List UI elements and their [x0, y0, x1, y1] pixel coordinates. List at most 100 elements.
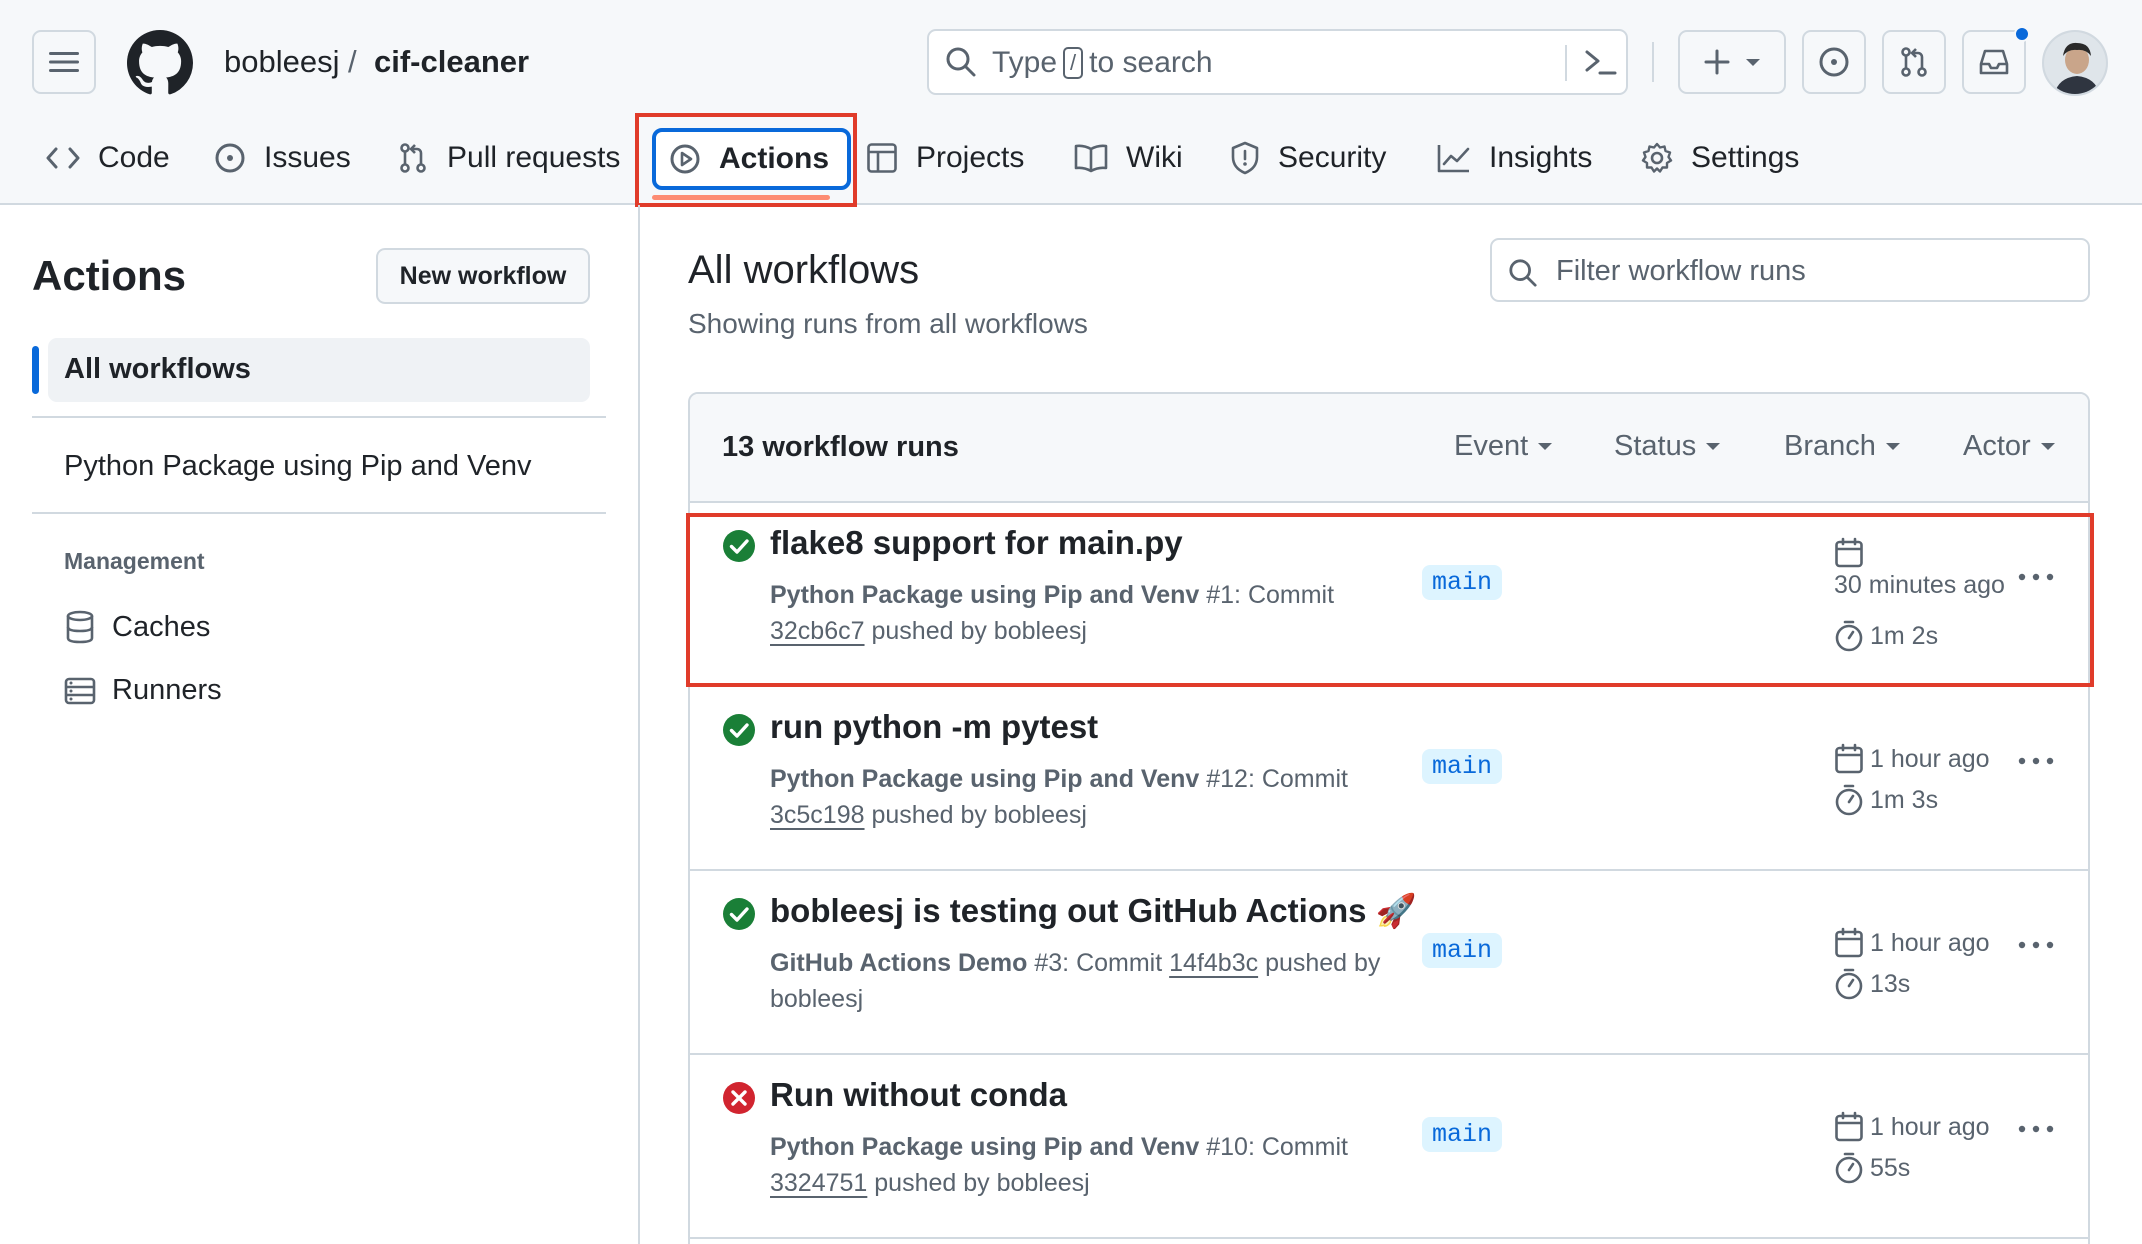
chevron-down-icon: [1746, 58, 1760, 66]
tab-projects-label: Projects: [916, 141, 1025, 174]
run-number: #3: Commit: [1034, 949, 1163, 977]
tab-pull-requests[interactable]: Pull requests: [397, 128, 620, 188]
notification-dot: [2014, 26, 2030, 42]
server-icon: [64, 677, 96, 704]
run-duration-label: 55s: [1870, 1153, 1911, 1182]
run-timestamp: 1 hour ago: [1834, 1111, 1990, 1143]
tab-issues[interactable]: Issues: [214, 128, 351, 188]
code-icon: [46, 147, 80, 169]
status-filter-label: Status: [1614, 430, 1697, 462]
github-logo-icon[interactable]: [127, 30, 193, 96]
event-filter-dropdown[interactable]: Event: [1454, 430, 1553, 463]
run-pusher: pushed by bobleesj: [871, 801, 1087, 829]
run-workflow: GitHub Actions Demo: [770, 949, 1028, 977]
run-timestamp: 1 hour ago: [1834, 743, 1990, 775]
workflow-run-row[interactable]: bobleesj is testing out GitHub Actions 🚀…: [690, 871, 2088, 1055]
commit-sha-link[interactable]: 3c5c198: [770, 801, 865, 829]
branch-filter-dropdown[interactable]: Branch: [1784, 430, 1900, 463]
tab-code[interactable]: Code: [46, 128, 170, 188]
tab-insights[interactable]: Insights: [1437, 128, 1592, 188]
table-icon: [867, 143, 897, 173]
branch-label[interactable]: main: [1422, 933, 1503, 968]
run-title[interactable]: run python -m pytest: [770, 708, 1098, 746]
breadcrumb-owner[interactable]: bobleesj: [224, 44, 339, 80]
commit-sha-link[interactable]: 14f4b3c: [1169, 949, 1258, 977]
search-prefix: Type: [992, 46, 1058, 79]
search-divider: [1565, 45, 1567, 81]
kebab-horizontal-icon[interactable]: [2016, 755, 2056, 767]
breadcrumb-separator: /: [348, 44, 357, 79]
repo-header: bobleesj / cif-cleaner Type / to search …: [0, 0, 2142, 207]
create-new-button[interactable]: [1678, 30, 1786, 94]
run-duration: 55s: [1834, 1151, 1910, 1185]
pull-request-icon: [400, 143, 426, 173]
search-shortcut-key: /: [1063, 47, 1084, 79]
avatar[interactable]: [2042, 30, 2108, 96]
gear-icon: [1641, 142, 1673, 173]
sidebar-item-all-workflows-label: All workflows: [64, 353, 251, 385]
pull-request-icon: [1901, 47, 1927, 77]
kebab-horizontal-icon[interactable]: [2016, 939, 2056, 951]
status-filter-dropdown[interactable]: Status: [1614, 430, 1721, 463]
database-icon: [66, 610, 94, 644]
sidebar-item-runners[interactable]: Runners: [64, 674, 222, 707]
command-palette-icon[interactable]: [1585, 49, 1617, 77]
chevron-down-icon: [2040, 443, 2055, 450]
tab-insights-label: Insights: [1489, 141, 1593, 174]
calendar-icon: [1835, 743, 1863, 774]
kebab-horizontal-icon[interactable]: [2016, 1123, 2056, 1135]
sidebar-title: Actions: [32, 252, 187, 299]
run-number: #12: Commit: [1206, 765, 1348, 793]
sidebar-active-marker: [32, 346, 39, 394]
new-workflow-button[interactable]: New workflow: [376, 248, 590, 304]
actor-filter-label: Actor: [1963, 430, 2031, 462]
chevron-down-icon: [1885, 443, 1900, 450]
page-title: All workflows: [688, 248, 920, 292]
tab-security[interactable]: Security: [1230, 128, 1386, 188]
issues-button[interactable]: [1802, 30, 1866, 94]
branch-filter-label: Branch: [1784, 430, 1876, 462]
run-count: 13 workflow runs: [722, 431, 959, 463]
run-time: 1 hour ago: [1870, 744, 1990, 773]
tab-projects[interactable]: Projects: [866, 128, 1024, 188]
shield-icon: [1231, 141, 1259, 175]
run-workflow: Python Package using Pip and Venv: [770, 765, 1200, 793]
branch-label[interactable]: main: [1422, 749, 1503, 784]
commit-sha-link[interactable]: 3324751: [770, 1169, 867, 1197]
stopwatch-icon: [1835, 1152, 1863, 1184]
run-duration-label: 13s: [1870, 969, 1911, 998]
workflow-run-row[interactable]: run python -m pytest Python Package usin…: [690, 687, 2088, 871]
actor-filter-dropdown[interactable]: Actor: [1963, 430, 2055, 463]
breadcrumb-repo[interactable]: cif-cleaner: [374, 44, 529, 80]
inbox-button[interactable]: [1962, 26, 2030, 94]
tab-issues-label: Issues: [264, 141, 351, 174]
run-title[interactable]: Run without conda: [770, 1076, 1067, 1114]
search-input[interactable]: Type / to search: [927, 29, 1628, 95]
run-workflow: Python Package using Pip and Venv: [770, 1133, 1200, 1161]
tab-wiki[interactable]: Wiki: [1074, 128, 1183, 188]
sidebar-item-caches[interactable]: Caches: [64, 610, 210, 644]
tab-settings[interactable]: Settings: [1641, 128, 1799, 188]
chevron-down-icon: [1538, 443, 1553, 450]
run-meta: Python Package using Pip and Venv #10: C…: [770, 1129, 1395, 1201]
run-duration: 13s: [1834, 967, 1910, 1001]
branch-label[interactable]: main: [1422, 1117, 1503, 1152]
tab-wiki-label: Wiki: [1126, 141, 1183, 174]
sidebar-divider: [638, 205, 640, 1244]
header-divider: [1652, 42, 1654, 82]
stopwatch-icon: [1835, 968, 1863, 1000]
calendar-icon: [1835, 927, 1863, 958]
sidebar-item-workflow[interactable]: Python Package using Pip and Venv: [64, 450, 532, 483]
hamburger-icon: [49, 52, 79, 72]
pull-requests-button[interactable]: [1882, 30, 1946, 94]
runs-list-header: 13 workflow runs Event Status Branch Act…: [690, 394, 2088, 503]
run-title[interactable]: bobleesj is testing out GitHub Actions 🚀: [770, 892, 1417, 931]
menu-button[interactable]: [32, 30, 96, 94]
search-suffix: to search: [1089, 46, 1213, 79]
sidebar-separator: [32, 512, 606, 514]
workflow-run-row[interactable]: Run without conda Python Package using P…: [690, 1055, 2088, 1239]
x-circle-icon: [723, 1082, 755, 1114]
plus-icon: [1704, 49, 1730, 75]
filter-runs-input[interactable]: Filter workflow runs: [1490, 238, 2090, 302]
management-heading: Management: [64, 548, 205, 574]
